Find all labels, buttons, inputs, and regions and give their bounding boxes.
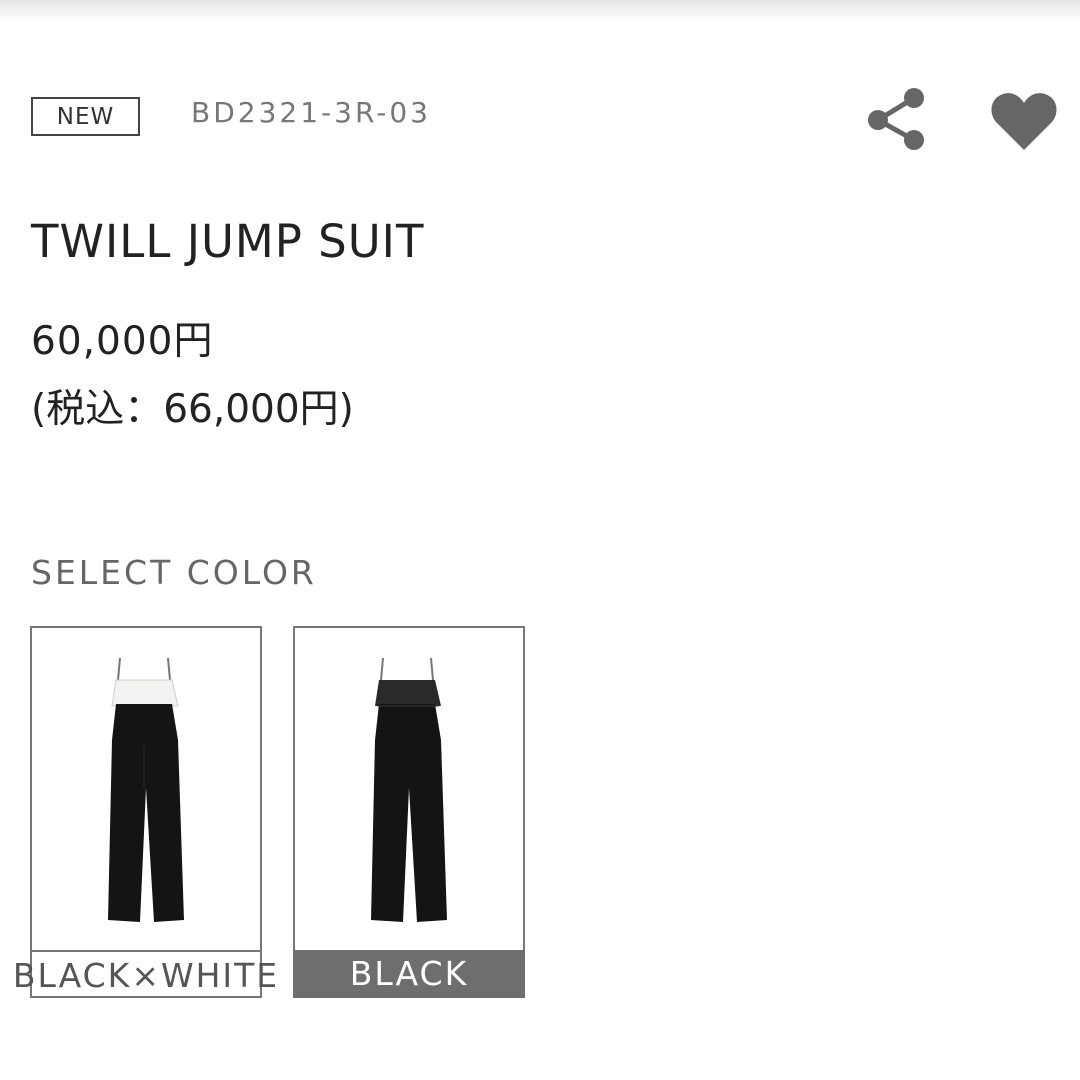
share-icon[interactable] — [862, 86, 930, 154]
color-option-label: BLACK×WHITE — [13, 950, 277, 1000]
color-option-label: BLACK — [293, 950, 525, 998]
product-price: 60,000円 — [31, 319, 214, 364]
top-shadow — [0, 0, 1080, 22]
product-title: TWILL JUMP SUIT — [31, 215, 425, 268]
product-sku: BD2321-3R-03 — [191, 96, 431, 129]
black-jumpsuit-image — [371, 657, 447, 922]
product-detail-page: NEW BD2321-3R-03 TWILL JUMP SUIT 60,000円… — [0, 0, 1080, 1080]
black-white-jumpsuit-image — [108, 657, 184, 922]
heart-icon[interactable] — [990, 90, 1058, 152]
color-option-black[interactable]: BLACK — [293, 626, 525, 998]
product-price-tax-included: (税込：66,000円) — [31, 387, 354, 432]
select-color-label: SELECT COLOR — [31, 553, 317, 592]
new-badge: NEW — [31, 97, 140, 136]
color-option-black-white[interactable]: BLACK×WHITE — [13, 626, 277, 1000]
